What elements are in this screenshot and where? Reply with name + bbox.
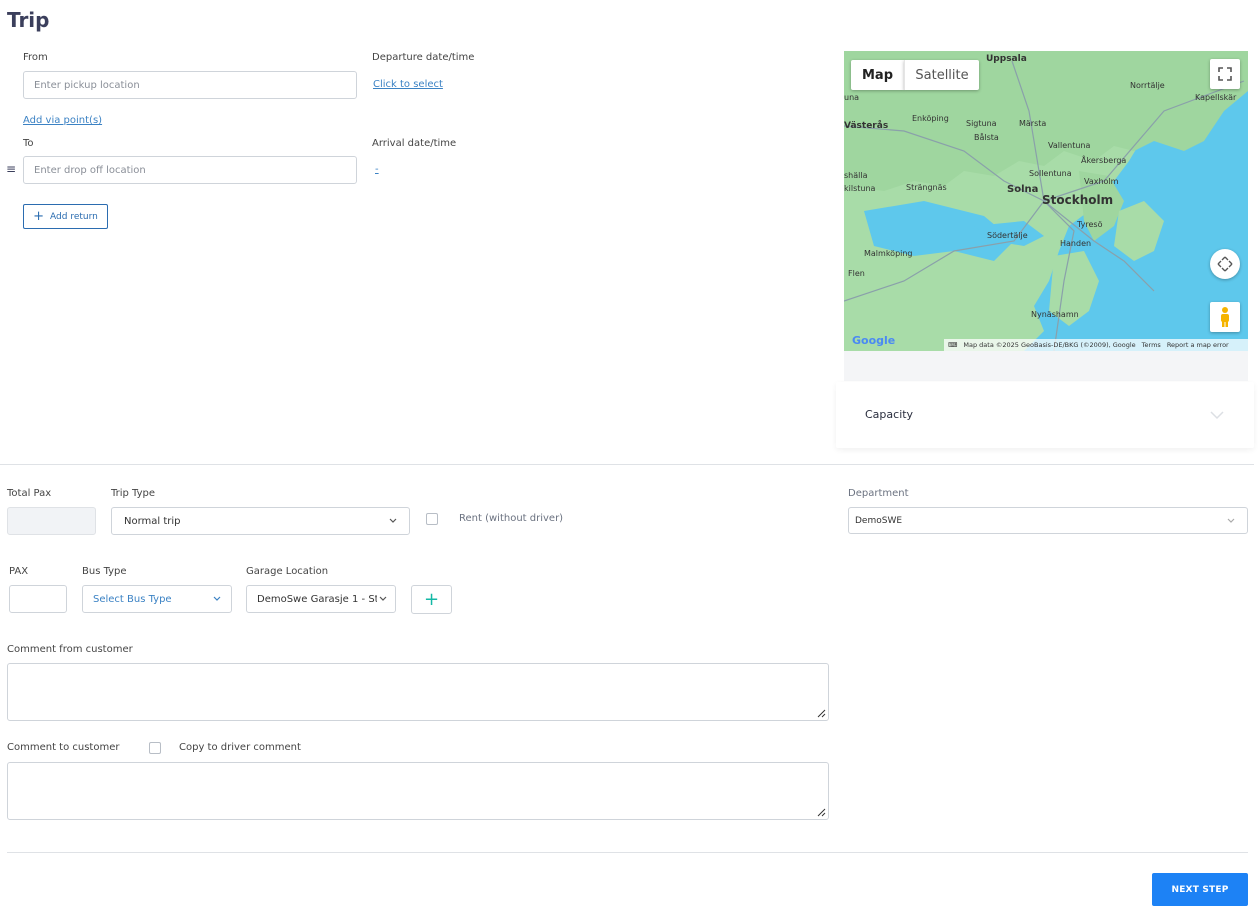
from-input[interactable]: Enter pickup location — [23, 71, 357, 99]
map-place-label: Norrtälje — [1130, 81, 1165, 90]
map-tab-satellite[interactable]: Satellite — [904, 60, 979, 90]
map-place-label: Kapellskär — [1195, 93, 1237, 102]
map-place-label: Stockholm — [1042, 193, 1114, 207]
map-place-label: Malmköping — [864, 249, 913, 258]
pax-input[interactable] — [9, 585, 67, 613]
map-place-label: Nynäshamn — [1031, 310, 1079, 319]
map-terms-link[interactable]: Terms — [1142, 341, 1161, 349]
map-place-label: Sollentuna — [1029, 169, 1072, 178]
fullscreen-icon[interactable] — [1210, 59, 1240, 89]
chevron-down-icon — [213, 596, 221, 601]
page-title: Trip — [7, 8, 50, 32]
chevron-down-icon — [379, 596, 387, 601]
to-label: To — [23, 138, 34, 149]
map-place-label: Flen — [848, 269, 865, 278]
department-select[interactable]: DemoSWE — [848, 507, 1248, 534]
chevron-down-icon[interactable] — [1209, 406, 1225, 425]
pax-label: PAX — [9, 566, 29, 577]
map-footer-strip — [844, 351, 1248, 381]
copy-to-driver-label: Copy to driver comment — [179, 742, 301, 753]
next-step-button[interactable]: NEXT STEP — [1152, 873, 1248, 906]
map-place-label: una — [844, 93, 860, 102]
rent-checkbox[interactable] — [426, 513, 438, 525]
trip-type-label: Trip Type — [111, 488, 156, 499]
bus-type-value: Select Bus Type — [93, 593, 172, 605]
map-attribution-bar: ⌨ Map data ©2025 GeoBasis-DE/BKG (©2009)… — [944, 339, 1248, 351]
map[interactable]: Uppsala Norrtälje Kapellskär Västerås En… — [844, 51, 1248, 351]
map-place-label: Uppsala — [986, 54, 1027, 64]
garage-location-value: DemoSwe Garasje 1 - Sto — [257, 593, 377, 605]
section-divider — [0, 464, 1254, 465]
garage-location-label: Garage Location — [246, 566, 329, 577]
copy-to-driver-checkbox[interactable] — [149, 742, 161, 754]
add-bus-button[interactable]: + — [411, 585, 452, 614]
chevron-down-icon — [1227, 518, 1235, 523]
map-place-label: shälla — [844, 171, 868, 180]
add-return-button[interactable]: + Add return — [23, 204, 108, 229]
map-place-label: Sigtuna — [966, 119, 997, 128]
pegman-icon[interactable] — [1210, 302, 1240, 332]
comment-to-customer-textarea[interactable] — [7, 762, 829, 820]
map-place-label: Västerås — [844, 121, 889, 131]
department-label: Department — [848, 488, 909, 499]
comment-from-customer-label: Comment from customer — [7, 644, 133, 655]
map-place-label: Tyresö — [1077, 220, 1103, 229]
capacity-panel[interactable]: Capacity — [836, 382, 1254, 448]
map-place-label: Solna — [1007, 184, 1039, 195]
camera-control-icon[interactable] — [1210, 249, 1240, 279]
rent-label: Rent (without driver) — [459, 513, 564, 524]
trip-type-select[interactable]: Normal trip — [111, 507, 410, 535]
drag-handle-icon[interactable]: ≡ — [6, 163, 16, 175]
arrival-datetime-link[interactable]: - — [375, 164, 379, 175]
keyboard-icon[interactable]: ⌨ — [948, 341, 957, 349]
chevron-down-icon — [389, 518, 397, 523]
departure-label: Departure date/time — [372, 52, 475, 63]
comment-from-customer-textarea[interactable] — [7, 663, 829, 721]
plus-icon: + — [33, 209, 45, 224]
capacity-title: Capacity — [865, 408, 914, 421]
map-place-label: Vallentuna — [1048, 141, 1091, 150]
trip-type-value: Normal trip — [124, 515, 181, 527]
add-via-points-link[interactable]: Add via point(s) — [23, 115, 102, 126]
total-pax-label: Total Pax — [7, 488, 52, 499]
resize-handle-icon[interactable] — [816, 807, 826, 817]
map-place-label: kilstuna — [844, 184, 876, 193]
from-label: From — [23, 52, 48, 63]
arrival-label: Arrival date/time — [372, 138, 457, 149]
bus-type-select[interactable]: Select Bus Type — [82, 585, 232, 613]
plus-icon: + — [423, 589, 440, 610]
map-attribution: Map data ©2025 GeoBasis-DE/BKG (©2009), … — [963, 341, 1136, 349]
map-place-label: Åkersberga — [1081, 156, 1127, 165]
add-return-label: Add return — [50, 211, 98, 222]
resize-handle-icon[interactable] — [816, 708, 826, 718]
footer-divider — [7, 852, 1248, 853]
map-place-label: Södertälje — [987, 231, 1028, 240]
comment-to-customer-label: Comment to customer — [7, 742, 120, 753]
to-input[interactable]: Enter drop off location — [23, 156, 357, 184]
map-place-label: Bålsta — [974, 133, 999, 142]
total-pax-field — [7, 507, 96, 535]
map-report-link[interactable]: Report a map error — [1167, 341, 1229, 349]
map-place-label: Märsta — [1019, 119, 1047, 128]
department-value: DemoSWE — [855, 515, 903, 526]
departure-datetime-link[interactable]: Click to select — [373, 79, 443, 90]
garage-location-select[interactable]: DemoSwe Garasje 1 - Sto — [246, 585, 396, 613]
bus-type-label: Bus Type — [82, 566, 127, 577]
map-tab-map[interactable]: Map — [851, 60, 904, 90]
map-place-label: Strängnäs — [906, 183, 947, 192]
map-place-label: Enköping — [912, 114, 949, 123]
map-place-label: Handen — [1060, 239, 1092, 248]
google-logo: Google — [852, 334, 896, 347]
map-place-label: Vaxholm — [1084, 177, 1119, 186]
